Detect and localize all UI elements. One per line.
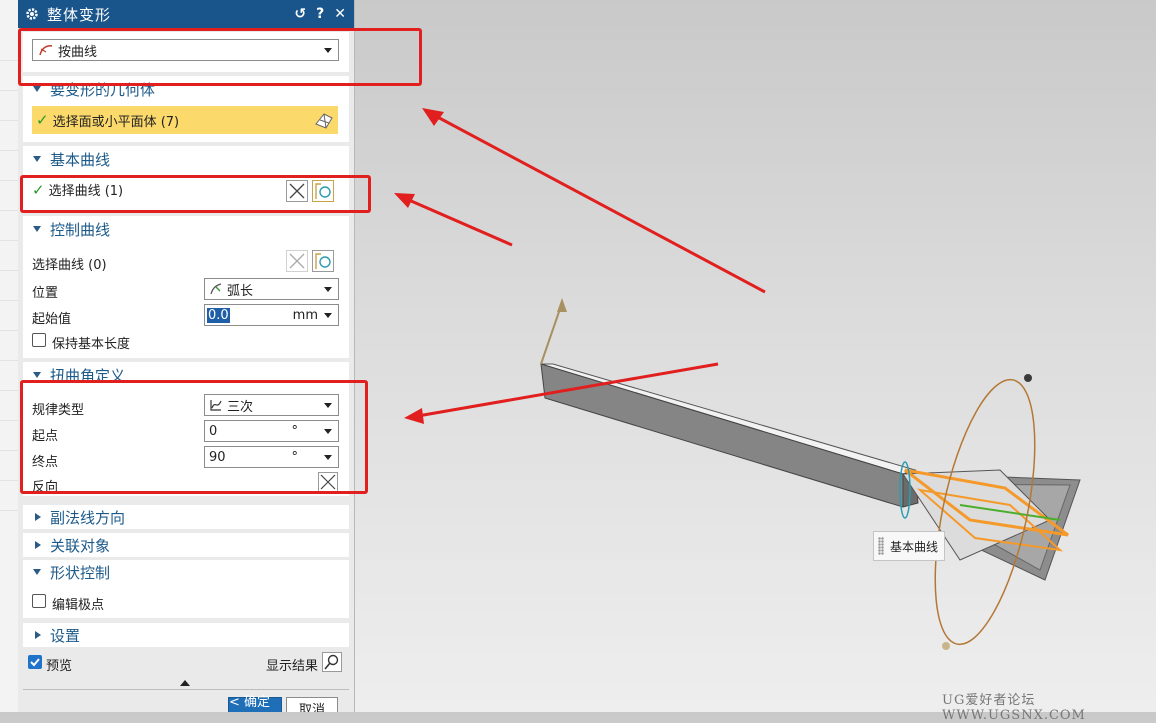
cancel-button[interactable]: 取消 bbox=[286, 697, 338, 712]
base-curve-tag: 基本曲线 bbox=[873, 531, 945, 561]
collapse-footer-icon[interactable] bbox=[180, 680, 190, 686]
deselect-control-curve-button[interactable] bbox=[286, 250, 308, 272]
geometry-select-row[interactable]: ✓ 选择面或小平面体 (7) bbox=[32, 106, 310, 134]
keep-length-label: 保持基本长度 bbox=[52, 337, 131, 352]
annotation-arrow-2 bbox=[401, 195, 513, 247]
show-result-label: 显示结果 bbox=[266, 659, 319, 674]
section-associated-header[interactable]: 关联对象 bbox=[23, 533, 349, 557]
section-settings-header[interactable]: 设置 bbox=[23, 623, 349, 647]
body-select-button[interactable] bbox=[310, 106, 338, 134]
facet-body-icon bbox=[315, 113, 333, 129]
footer-divider bbox=[23, 689, 349, 690]
control-curve-rule-button[interactable] bbox=[312, 250, 334, 272]
close-icon[interactable]: ✕ bbox=[334, 7, 346, 21]
curve-endpoint-top bbox=[1024, 374, 1032, 382]
section-base-curve-header[interactable]: 基本曲线 bbox=[23, 146, 349, 172]
cross-curve-icon bbox=[289, 253, 305, 269]
curve-endpoint-bottom bbox=[942, 642, 950, 650]
preview-checkbox[interactable] bbox=[28, 655, 42, 669]
start-value-label: 起始值 bbox=[32, 312, 72, 327]
annotation-arrow-1-head bbox=[422, 108, 444, 126]
annotation-arrow-1 bbox=[429, 111, 766, 294]
curve-rule-icon bbox=[315, 253, 331, 269]
expand-icon bbox=[35, 541, 41, 549]
ok-button[interactable]: < 确定 > bbox=[228, 695, 282, 712]
collapse-icon bbox=[33, 156, 41, 162]
dialog-title: 整体变形 bbox=[47, 5, 112, 24]
keep-length-checkbox[interactable] bbox=[32, 333, 46, 347]
position-label: 位置 bbox=[32, 286, 59, 301]
beam-top bbox=[540, 363, 917, 475]
annotation-box-base-curve bbox=[20, 175, 371, 213]
chevron-down-icon bbox=[324, 312, 332, 318]
arc-length-icon bbox=[210, 283, 222, 295]
preview-label: 预览 bbox=[46, 659, 73, 674]
checkmark-icon bbox=[30, 658, 40, 667]
reset-icon[interactable]: ↺ bbox=[294, 7, 306, 21]
control-curve-select[interactable]: 选择曲线 (0) bbox=[32, 254, 107, 273]
annotation-box-type bbox=[18, 28, 422, 86]
show-result-button[interactable] bbox=[322, 652, 342, 672]
start-value-input[interactable]: 0.0 mm bbox=[204, 304, 339, 326]
collapse-icon bbox=[33, 226, 41, 232]
annotation-box-twist bbox=[20, 380, 368, 494]
section-binormal-header[interactable]: 副法线方向 bbox=[23, 505, 349, 529]
section-control-curve-header[interactable]: 控制曲线 bbox=[23, 216, 349, 242]
collapse-icon bbox=[33, 569, 41, 575]
check-icon: ✓ bbox=[36, 111, 49, 129]
position-select[interactable]: 弧长 bbox=[204, 278, 339, 300]
collapse-icon bbox=[33, 86, 41, 92]
axis-arrow bbox=[540, 302, 563, 365]
section-shape-header[interactable]: 形状控制 bbox=[23, 560, 349, 584]
watermark: UG爱好者论坛 WWW.UGSNX.COM bbox=[942, 693, 1086, 723]
axis-arrow-head bbox=[557, 298, 567, 312]
expand-icon bbox=[35, 631, 41, 639]
help-icon[interactable]: ? bbox=[316, 7, 324, 21]
edit-poles-checkbox[interactable] bbox=[32, 594, 46, 608]
annotation-arrow-3-head bbox=[404, 408, 424, 424]
magnifier-icon bbox=[324, 654, 339, 670]
edit-poles-label: 编辑极点 bbox=[52, 598, 105, 613]
expand-icon bbox=[35, 513, 41, 521]
dialog-titlebar: 整体变形 ↺ ? ✕ bbox=[18, 0, 354, 28]
grip-icon bbox=[878, 537, 884, 555]
collapse-icon bbox=[33, 372, 41, 378]
chevron-down-icon bbox=[324, 286, 332, 292]
global-deform-dialog: 整体变形 ↺ ? ✕ 按曲线 要变形的几何体 ✓ 选择面或小平面体 (7) 基本… bbox=[18, 0, 355, 712]
gear-icon bbox=[26, 8, 38, 20]
